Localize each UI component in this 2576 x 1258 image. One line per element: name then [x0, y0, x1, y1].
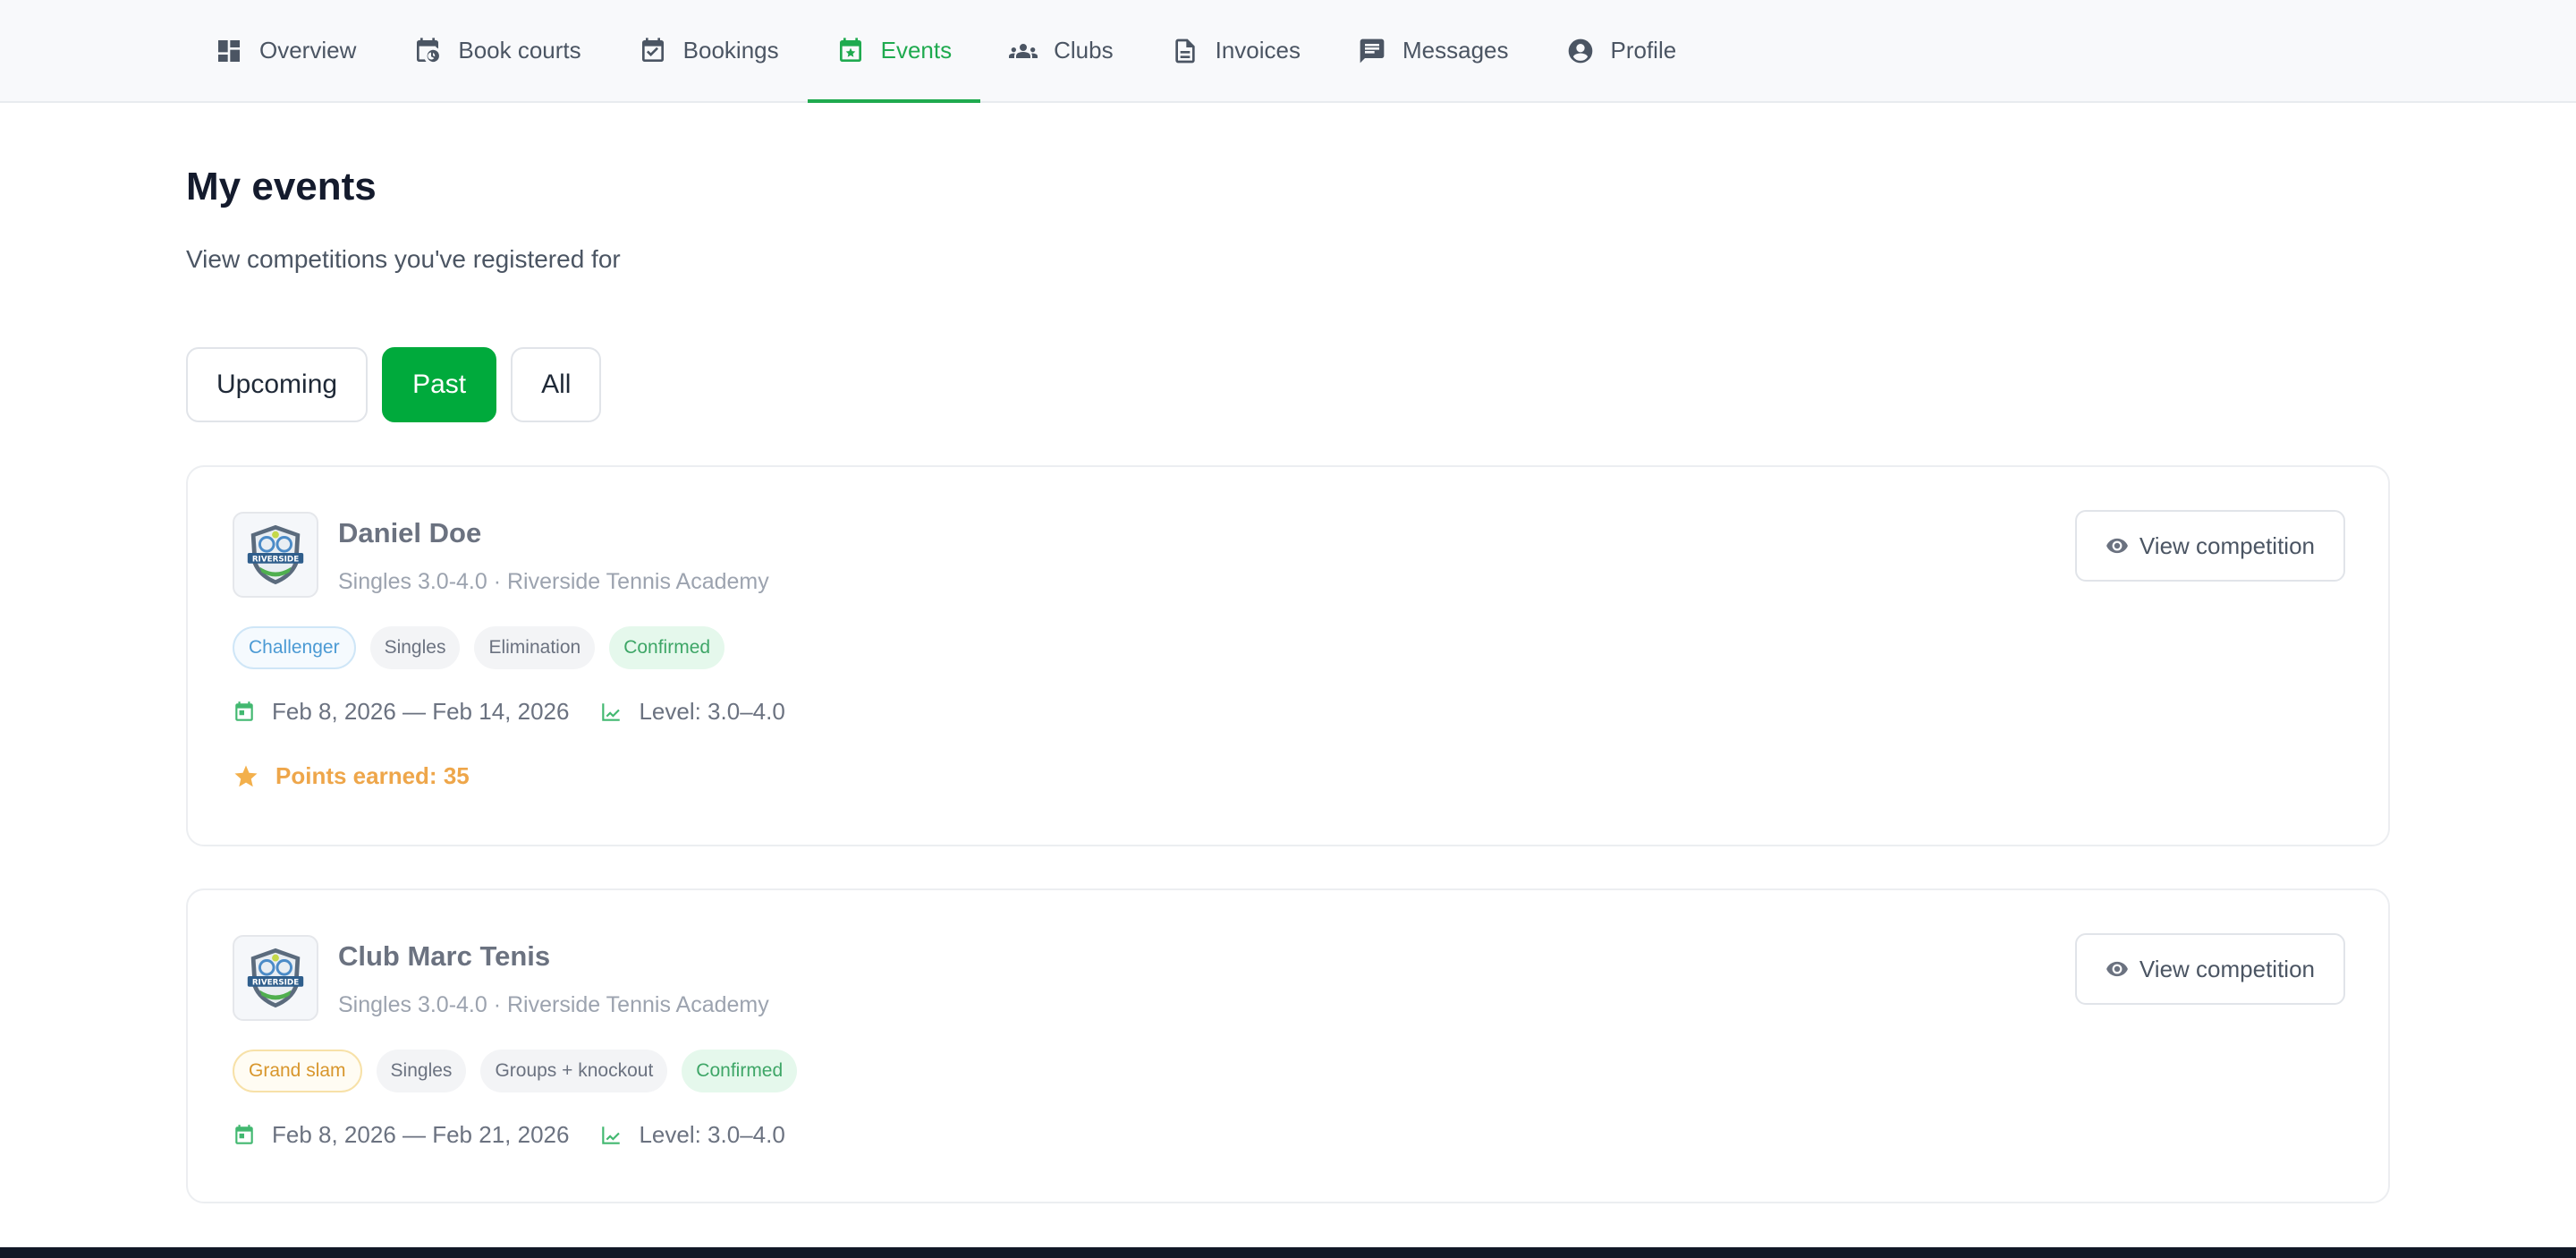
footer-bar: [0, 1247, 2576, 1258]
trending-up-icon: [602, 702, 621, 721]
event-meta: Feb 8, 2026 — Feb 14, 2026 Level: 3.0–4.…: [233, 698, 785, 726]
tag-category: Grand slam: [233, 1050, 362, 1092]
tag-category: Challenger: [233, 626, 356, 669]
view-competition-button[interactable]: View competition: [2074, 933, 2345, 1005]
tag-status: Confirmed: [609, 626, 725, 669]
event-level: Level: 3.0–4.0: [639, 1121, 785, 1148]
event-dates: Feb 8, 2026 — Feb 21, 2026: [272, 1121, 570, 1148]
event-filter-group: Upcoming Past All: [186, 347, 602, 422]
event-meta: Feb 8, 2026 — Feb 21, 2026 Level: 3.0–4.…: [233, 1121, 785, 1149]
club-logo: RIVERSIDE: [233, 935, 318, 1021]
nav-item-label: Book courts: [458, 37, 581, 64]
filter-all-button[interactable]: All: [511, 347, 602, 422]
star-icon: [234, 765, 258, 786]
eye-icon: [2106, 961, 2128, 977]
event-name: Club Marc Tenis: [338, 940, 551, 972]
tag-status: Confirmed: [682, 1050, 798, 1092]
view-competition-label: View competition: [2139, 531, 2315, 559]
nav-item-invoices[interactable]: Invoices: [1142, 0, 1329, 101]
account-circle-icon: [1568, 38, 1592, 63]
event-name: Daniel Doe: [338, 517, 482, 548]
points-label: Points earned: 35: [275, 762, 470, 789]
calendar-icon: [235, 1124, 253, 1144]
calendar-star-icon: [839, 37, 861, 62]
calendar-clock-icon: [417, 37, 440, 62]
event-dates: Feb 8, 2026 — Feb 14, 2026: [272, 698, 570, 725]
chat-icon: [1360, 38, 1385, 63]
nav-item-label: Overview: [259, 37, 357, 64]
nav-items: Overview Book courts Bookings Events Clu…: [186, 0, 1705, 103]
dashboard-icon: [218, 39, 240, 62]
view-competition-button[interactable]: View competition: [2074, 510, 2345, 582]
nav-item-label: Messages: [1402, 37, 1509, 64]
calendar-icon: [235, 701, 253, 721]
event-tags: Challenger Singles Elimination Confirmed: [233, 626, 725, 669]
tag-format: Singles: [369, 626, 461, 669]
filter-past-button[interactable]: Past: [382, 347, 497, 422]
filter-upcoming-button[interactable]: Upcoming: [186, 347, 369, 422]
tag-type: Groups + knockout: [480, 1050, 668, 1092]
nav-item-label: Bookings: [682, 37, 779, 64]
calendar-check-icon: [641, 37, 664, 62]
logo-text: RIVERSIDE: [252, 978, 299, 987]
page-subtitle: View competitions you've registered for: [186, 245, 621, 273]
nav-item-events[interactable]: Events: [807, 0, 981, 103]
event-card: RIVERSIDE Club Marc Tenis Singles 3.0-4.…: [186, 888, 2390, 1203]
trending-up-icon: [602, 1126, 621, 1144]
nav-item-book-courts[interactable]: Book courts: [385, 0, 609, 101]
nav-item-messages[interactable]: Messages: [1329, 0, 1538, 101]
event-level: Level: 3.0–4.0: [639, 698, 785, 725]
tag-format: Singles: [376, 1050, 467, 1092]
riverside-club-logo: RIVERSIDE: [247, 524, 304, 585]
view-competition-label: View competition: [2139, 955, 2315, 982]
nav-item-label: Events: [880, 37, 953, 64]
top-navigation: Overview Book courts Bookings Events Clu…: [0, 0, 2576, 103]
logo-text: RIVERSIDE: [252, 555, 299, 564]
tag-type: Elimination: [474, 626, 596, 669]
event-card: RIVERSIDE Daniel Doe Singles 3.0-4.0 · R…: [186, 465, 2390, 846]
nav-item-profile[interactable]: Profile: [1538, 0, 1706, 101]
event-subtitle: Singles 3.0-4.0 · Riverside Tennis Acade…: [338, 569, 769, 594]
nav-item-clubs[interactable]: Clubs: [980, 0, 1141, 101]
eye-icon: [2106, 538, 2128, 554]
document-icon: [1174, 38, 1195, 63]
nav-item-label: Profile: [1610, 37, 1677, 64]
people-icon: [1009, 43, 1038, 58]
nav-item-overview[interactable]: Overview: [186, 0, 385, 101]
page-title: My events: [186, 165, 377, 208]
club-logo: RIVERSIDE: [233, 512, 318, 598]
nav-item-label: Invoices: [1215, 37, 1301, 64]
riverside-club-logo: RIVERSIDE: [247, 948, 304, 1008]
points-earned: Points earned: 35: [233, 762, 470, 790]
event-tags: Grand slam Singles Groups + knockout Con…: [233, 1050, 798, 1092]
nav-item-bookings[interactable]: Bookings: [610, 0, 808, 101]
event-subtitle: Singles 3.0-4.0 · Riverside Tennis Acade…: [338, 992, 769, 1017]
nav-item-label: Clubs: [1054, 37, 1114, 64]
